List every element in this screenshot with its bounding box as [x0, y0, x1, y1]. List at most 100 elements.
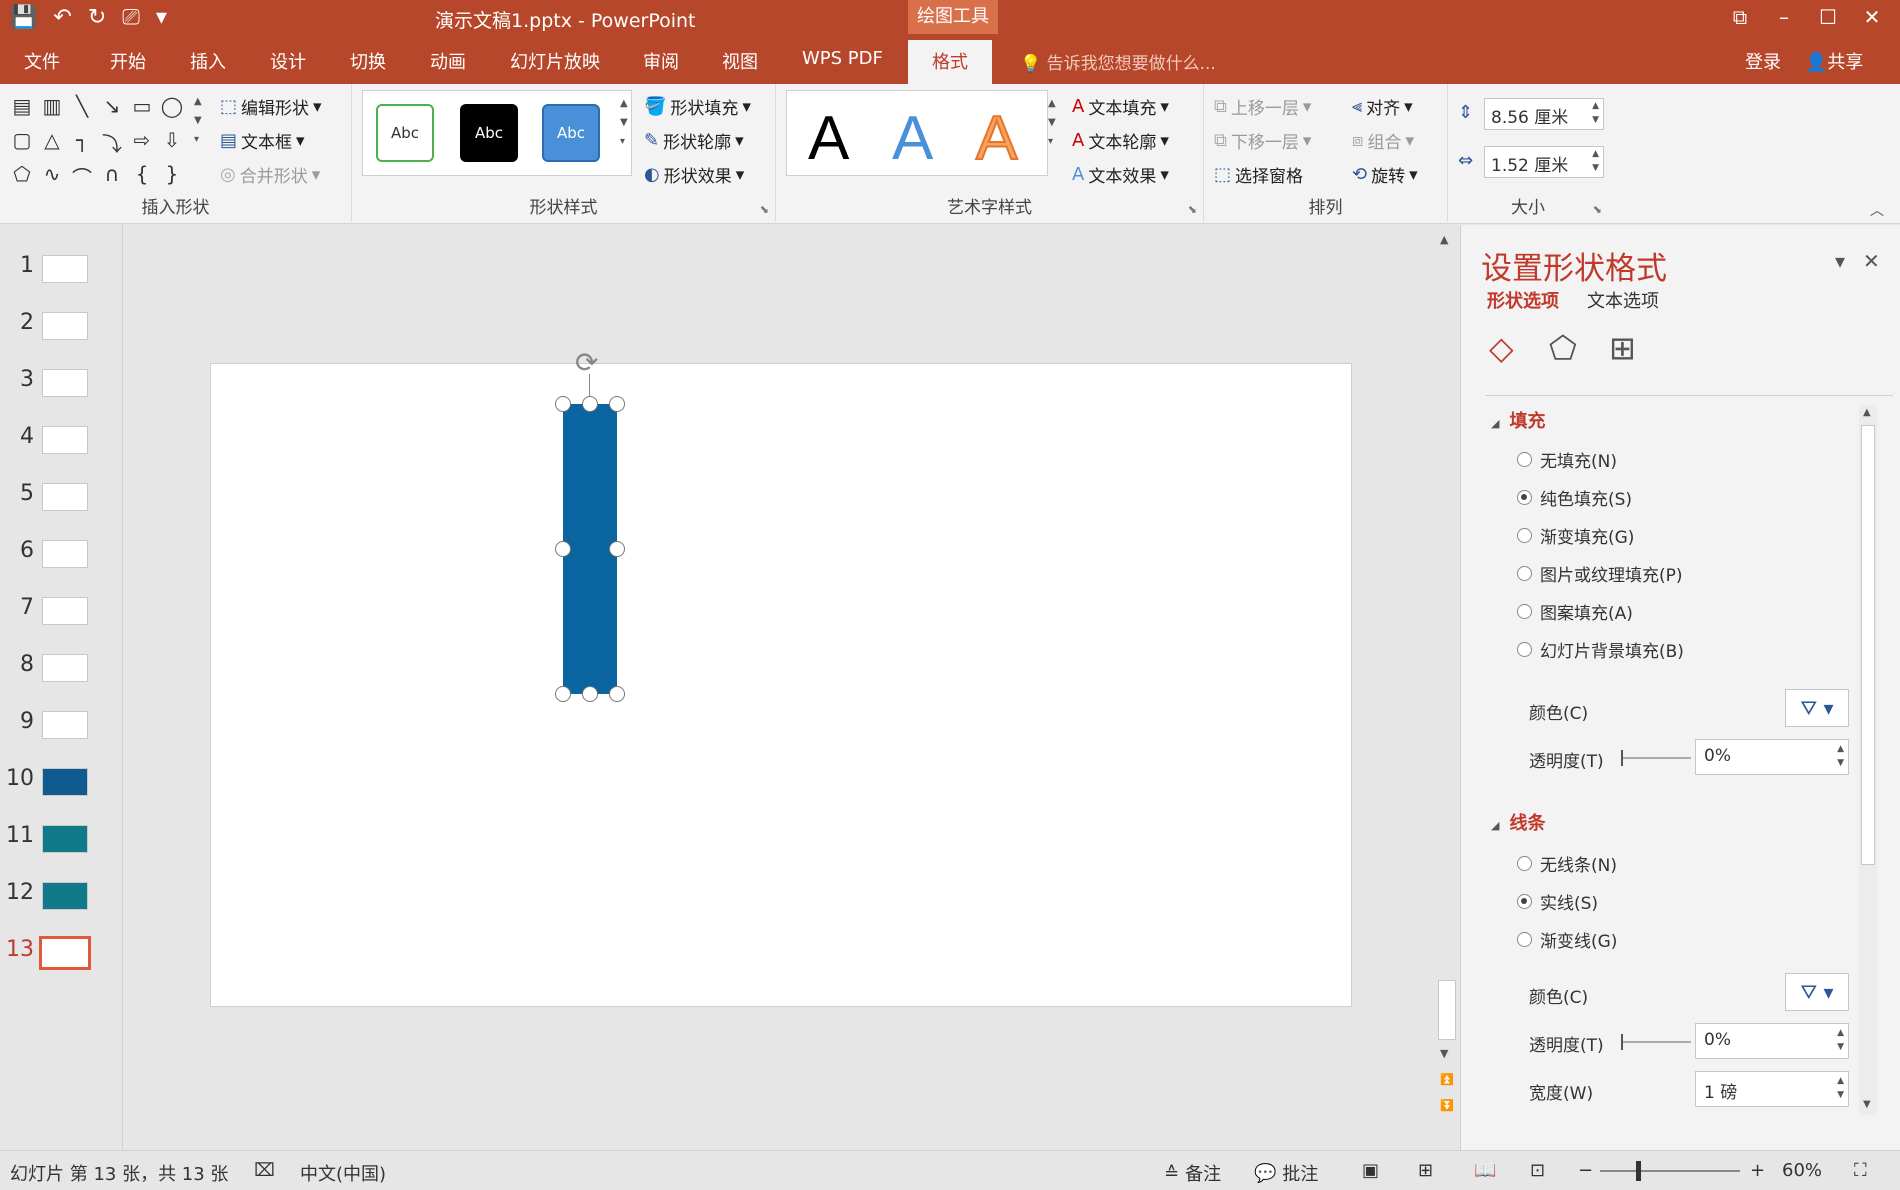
size-properties-icon[interactable]: ⊞ [1609, 329, 1636, 367]
resize-handle[interactable] [582, 686, 598, 702]
wordart-preset-blue[interactable]: A [892, 108, 933, 170]
previous-slide-icon[interactable]: ⏫ [1440, 1073, 1454, 1086]
ribbon-display-icon[interactable]: ⧉ [1718, 0, 1762, 34]
close-icon[interactable]: ✕ [1850, 0, 1894, 34]
pane-scrollbar[interactable]: ▲ ▼ [1859, 405, 1877, 1115]
slide-thumbnail[interactable]: 11 [0, 817, 123, 867]
tab-file[interactable]: 文件 [24, 48, 60, 74]
comments-button[interactable]: 💬 批注 [1254, 1160, 1318, 1186]
fill-transparency-input[interactable]: 0% ▲ ▼ [1695, 739, 1849, 775]
style-preset-blue[interactable]: Abc [542, 104, 600, 162]
slide-canvas[interactable]: ⟳ [210, 346, 1352, 1007]
scroll-up-icon[interactable]: ▲ [1440, 233, 1448, 246]
shape-gallery-scroll[interactable]: ▲ ▼ ▾ [194, 96, 208, 145]
redo-icon[interactable]: ↻ [88, 5, 106, 30]
fill-section-header[interactable]: ◢ 填充 [1491, 407, 1545, 433]
radio-gradient-line[interactable]: 渐变线(G) [1517, 927, 1617, 952]
align-button[interactable]: ⫷ 对齐 ▾ [1352, 94, 1413, 119]
slideshow-view-icon[interactable]: ⊡ [1530, 1160, 1545, 1181]
scrollbar-thumb[interactable] [1861, 425, 1875, 865]
spinner-icon[interactable]: ▲ ▼ [1837, 1074, 1844, 1102]
elbow-arrow-shape-icon[interactable]: ⤵ [98, 128, 126, 160]
style-preset-black[interactable]: Abc [460, 104, 518, 162]
freeform-shape-icon[interactable]: ⬠ [8, 162, 36, 194]
fill-color-picker[interactable]: ⛛ ▾ [1785, 689, 1849, 727]
scrollbar-thumb[interactable] [1438, 980, 1456, 1040]
wordart-preset-black[interactable]: A [808, 108, 849, 170]
slide-thumbnail[interactable]: 2 [0, 304, 123, 354]
zoom-level[interactable]: 60% [1782, 1160, 1822, 1181]
radio-gradient-fill[interactable]: 渐变填充(G) [1517, 523, 1634, 548]
fit-to-window-icon[interactable]: ⛶ [1854, 1160, 1867, 1181]
wordart-gallery-scroll[interactable]: ▲ ▼ ▾ [1048, 98, 1062, 147]
spell-check-icon[interactable]: ⌧ [254, 1160, 275, 1181]
undo-icon[interactable]: ↶ [53, 5, 71, 30]
line-shape-icon[interactable]: ╲ [68, 94, 96, 126]
dialog-launcher-icon[interactable]: ⬊ [1593, 203, 1602, 216]
shape-height-input[interactable]: 8.56 厘米 ▲ ▼ [1484, 98, 1604, 130]
slide-thumbnail[interactable]: 1 [0, 247, 123, 297]
scroll-up-icon[interactable]: ▲ [1863, 407, 1871, 418]
slide-thumbnail-active[interactable]: 13 [0, 931, 123, 981]
slide-thumbnail[interactable]: 6 [0, 532, 123, 582]
vertical-text-box-shape-icon[interactable]: ▥ [38, 94, 66, 126]
share-button[interactable]: 👤共享 [1805, 48, 1863, 74]
tab-review[interactable]: 审阅 [643, 48, 679, 74]
text-fill-button[interactable]: A 文本填充 ▾ [1072, 94, 1169, 119]
reading-view-icon[interactable]: 📖 [1474, 1160, 1496, 1181]
maximize-icon[interactable]: ☐ [1806, 0, 1850, 34]
line-transparency-slider[interactable] [1621, 1034, 1691, 1050]
line-width-input[interactable]: 1 磅 ▲ ▼ [1695, 1071, 1849, 1107]
style-gallery-scroll[interactable]: ▲ ▼ ▾ [620, 98, 634, 147]
pane-options-icon[interactable]: ▾ [1835, 249, 1845, 273]
selection-pane-button[interactable]: ⬚ 选择窗格 [1214, 162, 1303, 187]
rotate-button[interactable]: ⟲ 旋转 ▾ [1352, 162, 1418, 187]
shape-width-input[interactable]: 1.52 厘米 ▲ ▼ [1484, 146, 1604, 178]
text-box-shape-icon[interactable]: ▤ [8, 94, 36, 126]
editor-vertical-scrollbar[interactable]: ▲ ▼ ⏫ ⏬ [1436, 225, 1458, 1150]
radio-solid-fill[interactable]: 纯色填充(S) [1517, 485, 1632, 510]
collapse-ribbon-icon[interactable]: ︿ [1870, 200, 1884, 220]
style-preset-white[interactable]: Abc [376, 104, 434, 162]
resize-handle[interactable] [555, 541, 571, 557]
tab-shape-options[interactable]: 形状选项 [1487, 287, 1559, 313]
curve-shape-icon[interactable]: ∩ [98, 162, 126, 194]
tab-slideshow[interactable]: 幻灯片放映 [510, 48, 600, 74]
dialog-launcher-icon[interactable]: ⬊ [1188, 203, 1197, 216]
arc-shape-icon[interactable]: ⌒ [68, 162, 96, 194]
scribble-shape-icon[interactable]: ∿ [38, 162, 66, 194]
resize-handle[interactable] [582, 396, 598, 412]
radio-picture-fill[interactable]: 图片或纹理填充(P) [1517, 561, 1683, 586]
dialog-launcher-icon[interactable]: ⬊ [760, 203, 769, 216]
bring-forward-button[interactable]: ⧉ 上移一层 ▾ [1214, 94, 1311, 119]
line-section-header[interactable]: ◢ 线条 [1491, 809, 1545, 835]
width-spinner[interactable]: ▲ ▼ [1592, 147, 1599, 175]
slide-thumbnail[interactable]: 7 [0, 589, 123, 639]
slide-thumbnail[interactable]: 9 [0, 703, 123, 753]
resize-handle[interactable] [609, 541, 625, 557]
slide-thumbnail[interactable]: 8 [0, 646, 123, 696]
line-transparency-input[interactable]: 0% ▲ ▼ [1695, 1023, 1849, 1059]
tab-view[interactable]: 视图 [722, 48, 758, 74]
shape-effects-button[interactable]: ◐ 形状效果 ▾ [644, 162, 744, 187]
resize-handle[interactable] [609, 396, 625, 412]
start-presentation-icon[interactable]: ⎚ [122, 5, 140, 30]
text-outline-button[interactable]: A 文本轮廓 ▾ [1072, 128, 1169, 153]
shape-fill-button[interactable]: 🪣 形状填充 ▾ [644, 94, 751, 119]
minimize-icon[interactable]: – [1762, 0, 1806, 34]
left-brace-shape-icon[interactable]: { [128, 162, 156, 194]
line-color-picker[interactable]: ⛛ ▾ [1785, 973, 1849, 1011]
oval-shape-icon[interactable]: ◯ [158, 94, 186, 126]
radio-no-fill[interactable]: 无填充(N) [1517, 447, 1617, 472]
spinner-icon[interactable]: ▲ ▼ [1837, 742, 1844, 770]
tab-animations[interactable]: 动画 [430, 48, 466, 74]
slide-thumbnail[interactable]: 12 [0, 874, 123, 924]
fill-transparency-slider[interactable] [1621, 750, 1691, 766]
notes-button[interactable]: ≙ 备注 [1164, 1160, 1221, 1186]
save-icon[interactable]: 💾 [10, 5, 37, 30]
next-slide-icon[interactable]: ⏬ [1440, 1099, 1454, 1112]
wordart-preset-orange[interactable]: A [975, 107, 1018, 171]
edit-shape-button[interactable]: ⬚ 编辑形状 ▾ [220, 94, 322, 119]
slide-thumbnail[interactable]: 3 [0, 361, 123, 411]
zoom-in-icon[interactable]: + [1750, 1160, 1765, 1181]
